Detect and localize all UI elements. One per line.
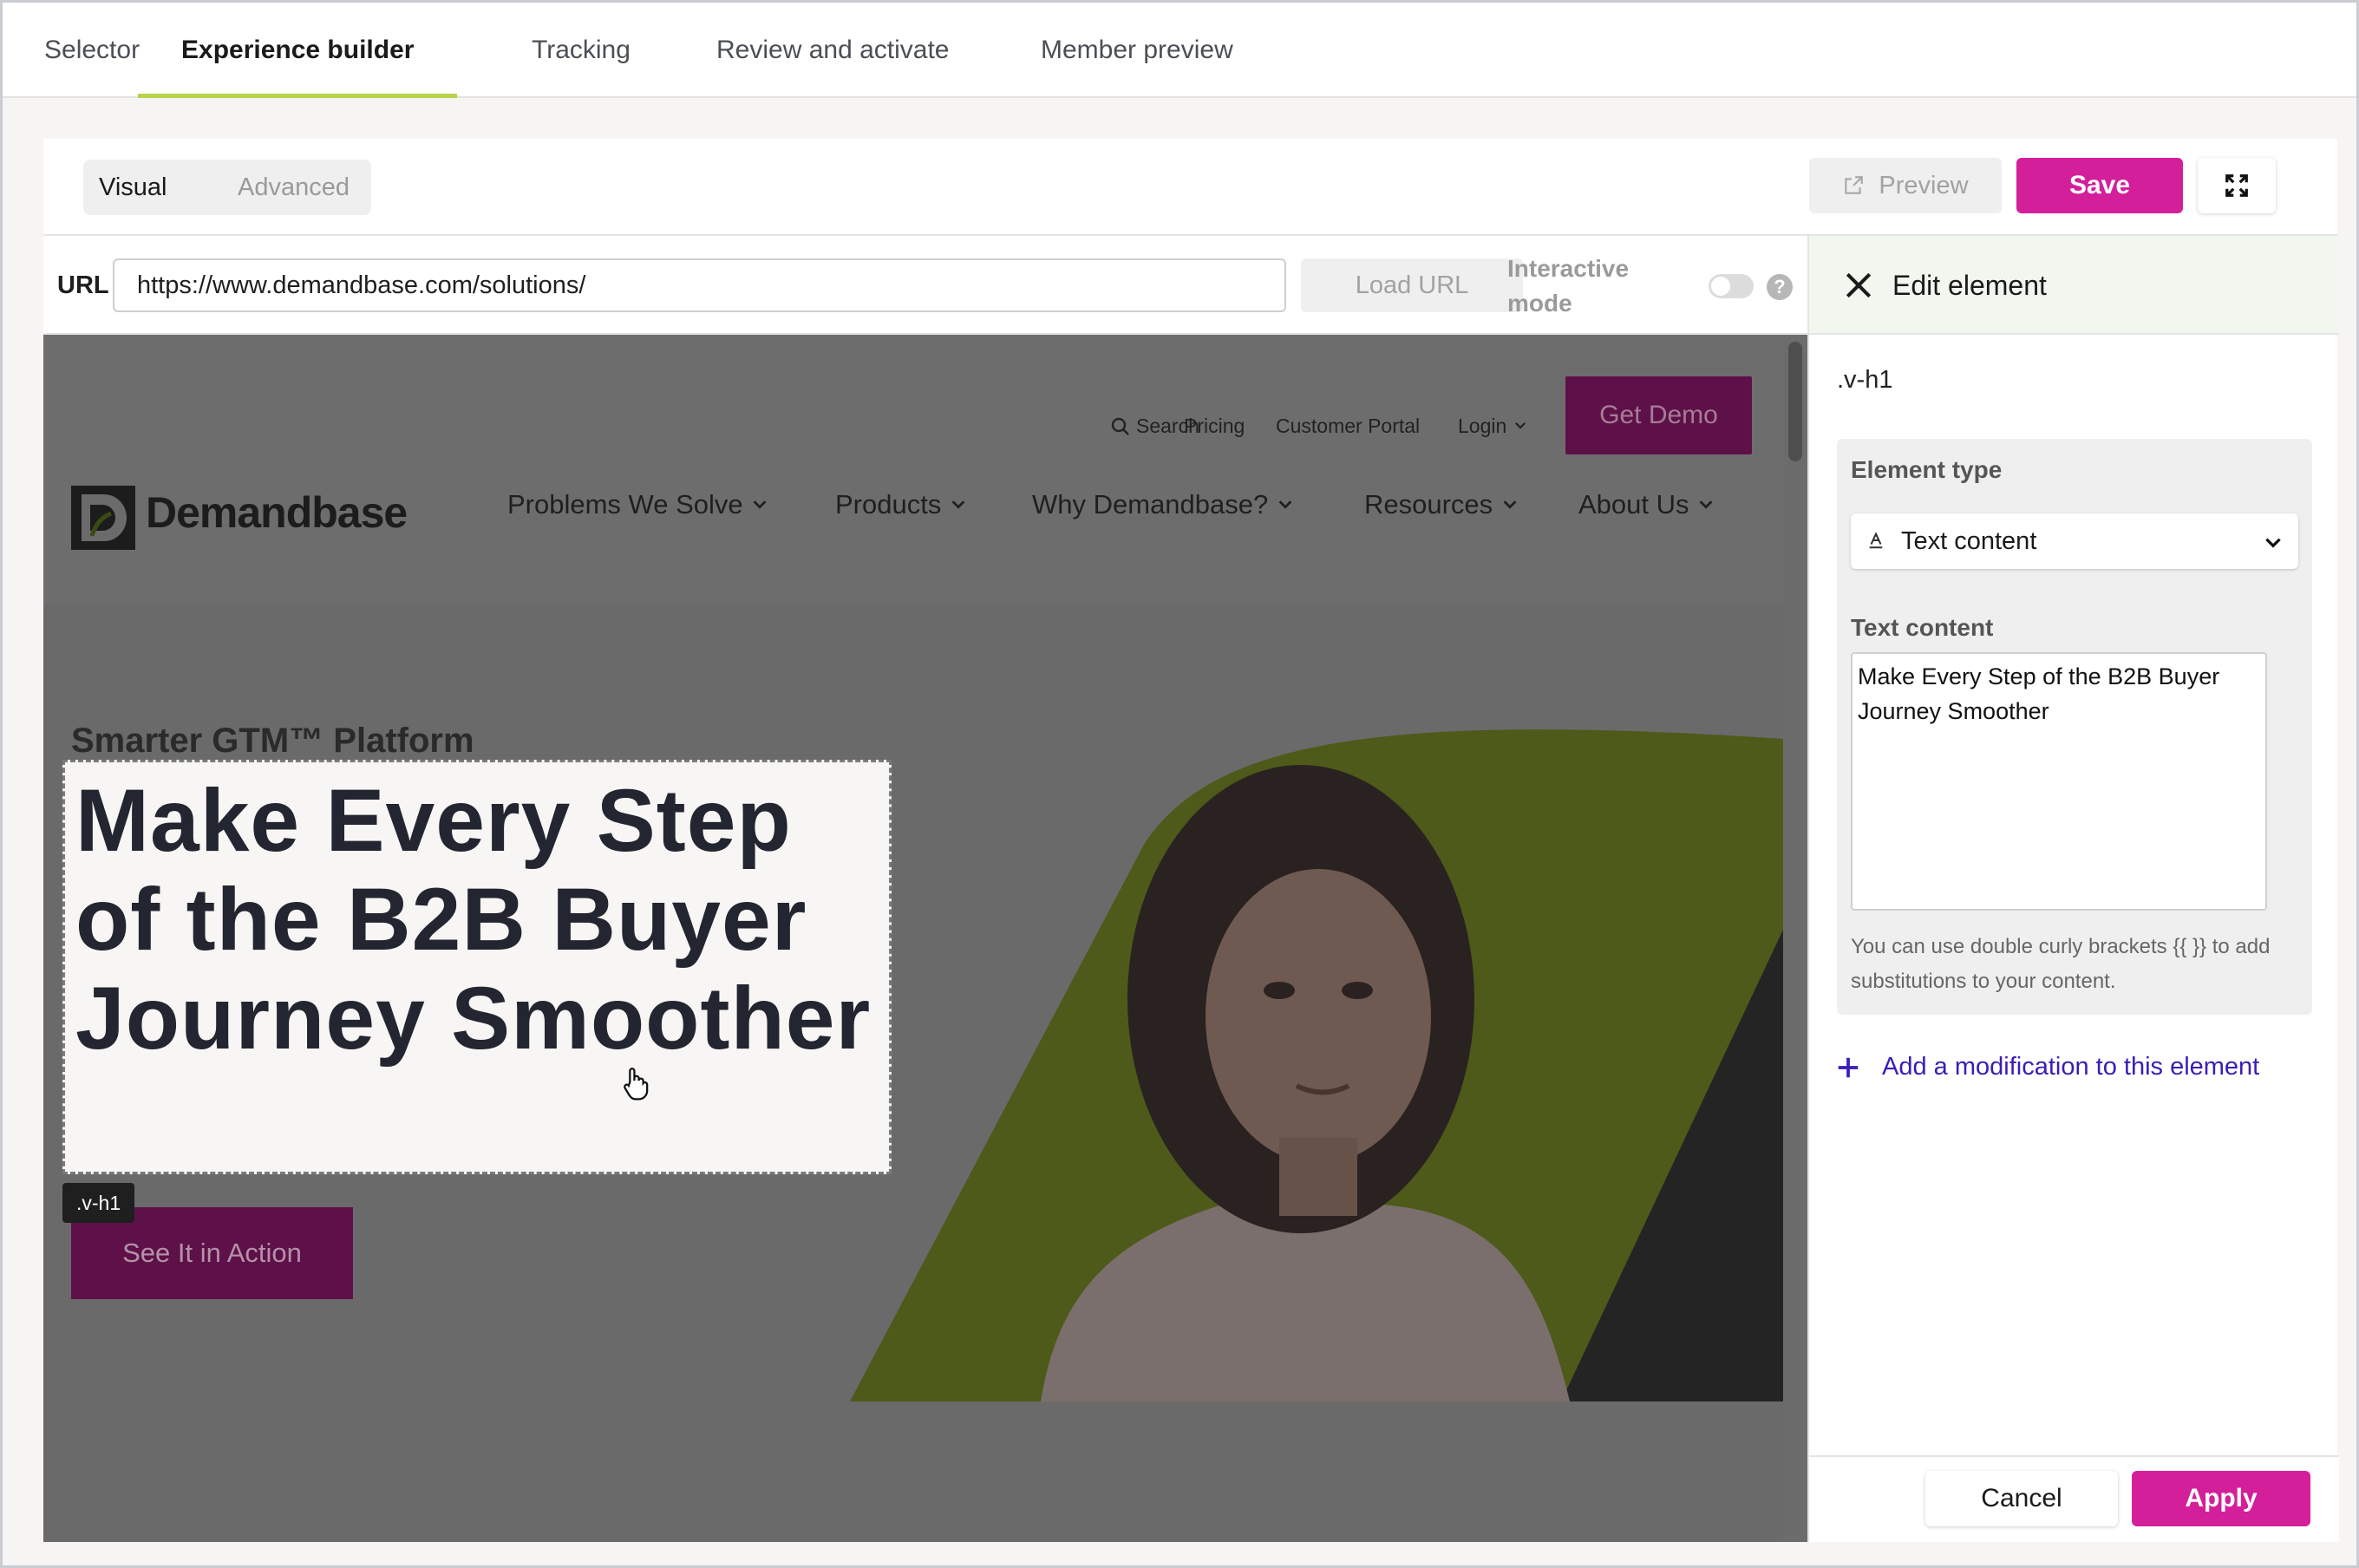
help-icon[interactable]: ? [1767, 274, 1793, 300]
url-input[interactable]: https://www.demandbase.com/solutions/ [113, 258, 1286, 312]
element-selector-text: .v-h1 [1837, 366, 1893, 394]
interactive-mode-label: Interactive mode [1507, 252, 1681, 321]
site-nav-why-demandbase[interactable]: Why Demandbase? [1032, 489, 1295, 520]
experience-builder-card: Visual Advanced Preview Save URL https:/… [43, 139, 2339, 1542]
chevron-down-icon [1278, 500, 1292, 509]
below-hero-section [43, 1401, 1783, 1542]
site-preview-canvas[interactable]: Search Pricing Customer Portal Login Get… [43, 335, 1807, 1542]
hero-portrait-image [850, 729, 1783, 1401]
tab-review-and-activate[interactable]: Review and activate [716, 3, 949, 98]
preview-button[interactable]: Preview [1809, 158, 2002, 213]
tab-selector[interactable]: Selector [44, 3, 140, 98]
hero-headline[interactable]: Make Every Step of the B2B Buyer Journey… [75, 771, 891, 1068]
fullscreen-button[interactable] [2198, 158, 2276, 213]
interactive-mode-label-line1: Interactive [1507, 255, 1630, 282]
text-type-icon [1869, 532, 1883, 549]
element-type-value: Text content [1901, 527, 2037, 555]
plus-icon [1838, 1057, 1859, 1077]
close-icon[interactable] [1842, 269, 1875, 302]
site-nav-resources[interactable]: Resources [1364, 489, 1519, 520]
site-nav-about-us[interactable]: About Us [1578, 489, 1715, 520]
load-url-button[interactable]: Load URL [1301, 258, 1523, 312]
site-login-label: Login [1458, 415, 1507, 437]
builder-toolbar: Visual Advanced Preview Save [43, 139, 2337, 236]
tab-member-preview[interactable]: Member preview [1041, 3, 1233, 98]
site-pricing-link[interactable]: Pricing [1184, 415, 1245, 438]
element-type-select[interactable]: Text content [1851, 513, 2298, 569]
tab-tracking[interactable]: Tracking [532, 3, 631, 98]
site-customer-portal-link[interactable]: Customer Portal [1276, 415, 1420, 438]
element-type-label: Element type [1851, 456, 2003, 483]
cancel-button[interactable]: Cancel [1925, 1471, 2118, 1526]
chevron-down-icon [753, 500, 767, 509]
site-login-link[interactable]: Login [1458, 415, 1528, 438]
chevron-down-icon [1514, 421, 1526, 429]
apply-button[interactable]: Apply [2132, 1471, 2310, 1526]
site-nav-about-label: About Us [1578, 489, 1689, 519]
edit-element-panel: Edit element .v-h1 Element type Text con… [1807, 236, 2339, 1542]
site-get-demo-button[interactable]: Get Demo [1565, 376, 1752, 454]
site-nav-problems[interactable]: Problems We Solve [507, 489, 769, 520]
hand-cursor-icon [624, 1068, 649, 1101]
preview-label: Preview [1879, 171, 1969, 199]
chevron-down-icon [1699, 500, 1713, 509]
mode-advanced-button[interactable]: Advanced [238, 160, 350, 215]
site-nav-products-label: Products [835, 489, 942, 519]
top-tabbar: Selector Experience builder Tracking Rev… [3, 3, 2356, 98]
edit-panel-header: Edit element [1809, 236, 2339, 335]
text-content-label: Text content [1851, 614, 1994, 641]
site-nav-resources-label: Resources [1364, 489, 1493, 519]
interactive-mode-toggle[interactable] [1709, 274, 1754, 298]
chevron-down-icon [2265, 538, 2281, 548]
external-link-icon [1845, 176, 1864, 194]
demandbase-logo-icon [71, 486, 135, 550]
site-nav-products[interactable]: Products [835, 489, 968, 520]
tab-experience-builder[interactable]: Experience builder [138, 3, 458, 98]
preview-scroll-thumb[interactable] [1788, 342, 1802, 461]
url-label: URL [57, 271, 109, 299]
site-header: Search Pricing Customer Portal Login Get… [43, 335, 1783, 604]
interactive-mode-label-line2: mode [1507, 290, 1572, 317]
modification-group: Element type Text content Text content M… [1837, 439, 2312, 1015]
chevron-down-icon [951, 500, 965, 509]
add-modification-label: Add a modification to this element [1882, 1053, 2260, 1081]
add-modification-link[interactable]: Add a modification to this element [1835, 1053, 2259, 1081]
edit-panel-footer: Cancel Apply [1809, 1455, 2339, 1542]
save-button[interactable]: Save [2016, 158, 2183, 213]
preview-scrollbar[interactable] [1783, 335, 1807, 1542]
hero-eyebrow: Smarter GTM™ Platform [71, 722, 474, 760]
text-content-field[interactable]: Make Every Step of the B2B Buyer Journey… [1851, 652, 2267, 911]
substitution-hint: You can use double curly brackets {{ }} … [1851, 935, 2271, 993]
edit-panel-title: Edit element [1892, 270, 2047, 301]
site-nav-problems-label: Problems We Solve [507, 489, 743, 519]
search-icon [1111, 417, 1129, 435]
mode-visual-button[interactable]: Visual [99, 160, 167, 215]
chevron-down-icon [1503, 500, 1517, 509]
demandbase-logo-text: Demandbase [146, 488, 408, 537]
expand-icon [2225, 174, 2248, 197]
url-bar: URL https://www.demandbase.com/solutions… [43, 236, 1807, 335]
mode-switch: Visual Advanced [83, 160, 371, 215]
site-nav-why-label: Why Demandbase? [1032, 489, 1269, 519]
selected-element-highlight[interactable]: Make Every Step of the B2B Buyer Journey… [62, 760, 892, 1174]
selected-element-tag: .v-h1 [62, 1183, 135, 1223]
